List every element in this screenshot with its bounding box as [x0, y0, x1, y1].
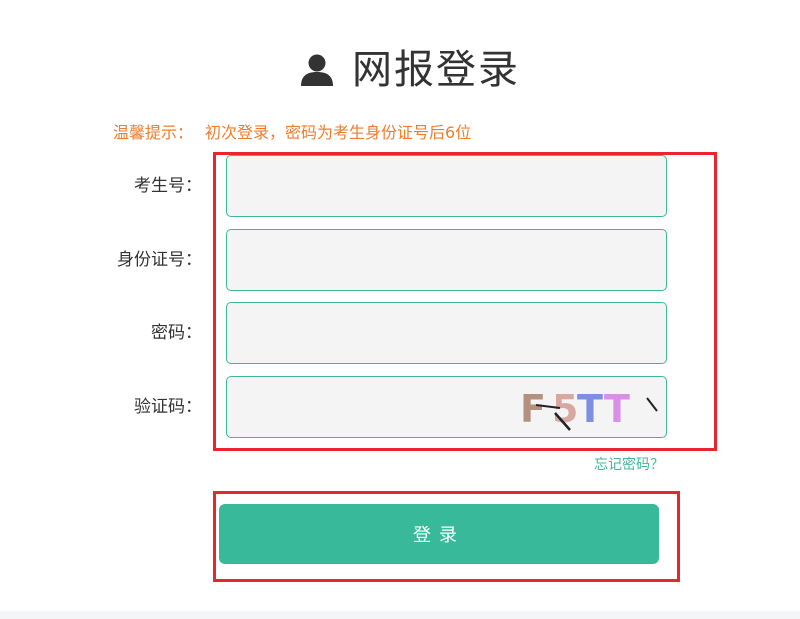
captcha-char-1: F [520, 387, 546, 431]
bottom-bar [0, 611, 800, 619]
captcha-char-4: T [604, 387, 630, 431]
password-input[interactable] [226, 302, 667, 364]
captcha-image[interactable]: F 5 T T [514, 384, 662, 432]
captcha-char-3: T [577, 387, 603, 431]
captcha-label: 验证码： [134, 397, 202, 417]
id-number-input[interactable] [226, 229, 667, 291]
id-number-label: 身份证号： [117, 250, 202, 270]
tip-label: 温馨提示： [113, 123, 194, 142]
page-title-text: 网报登录 [352, 47, 520, 93]
login-tip: 温馨提示： 初次登录，密码为考生身份证号后6位 [113, 122, 471, 144]
user-icon [301, 54, 333, 86]
form-row-id-number: 身份证号： [0, 229, 800, 291]
password-label: 密码： [151, 323, 202, 343]
login-page: 网报登录 温馨提示： 初次登录，密码为考生身份证号后6位 考生号： 身份证号： 密… [0, 0, 800, 619]
page-title: 网报登录 [300, 42, 520, 98]
forgot-password-link[interactable]: 忘记密码？ [594, 454, 664, 474]
candidate-number-input[interactable] [226, 155, 667, 217]
tip-text: 初次登录，密码为考生身份证号后6位 [205, 123, 472, 142]
form-row-captcha: 验证码： F 5 T T [0, 376, 800, 438]
form-row-candidate-number: 考生号： [0, 155, 800, 217]
candidate-number-label: 考生号： [134, 176, 202, 196]
form-row-password: 密码： [0, 302, 800, 364]
login-button[interactable]: 登录 [219, 504, 659, 564]
